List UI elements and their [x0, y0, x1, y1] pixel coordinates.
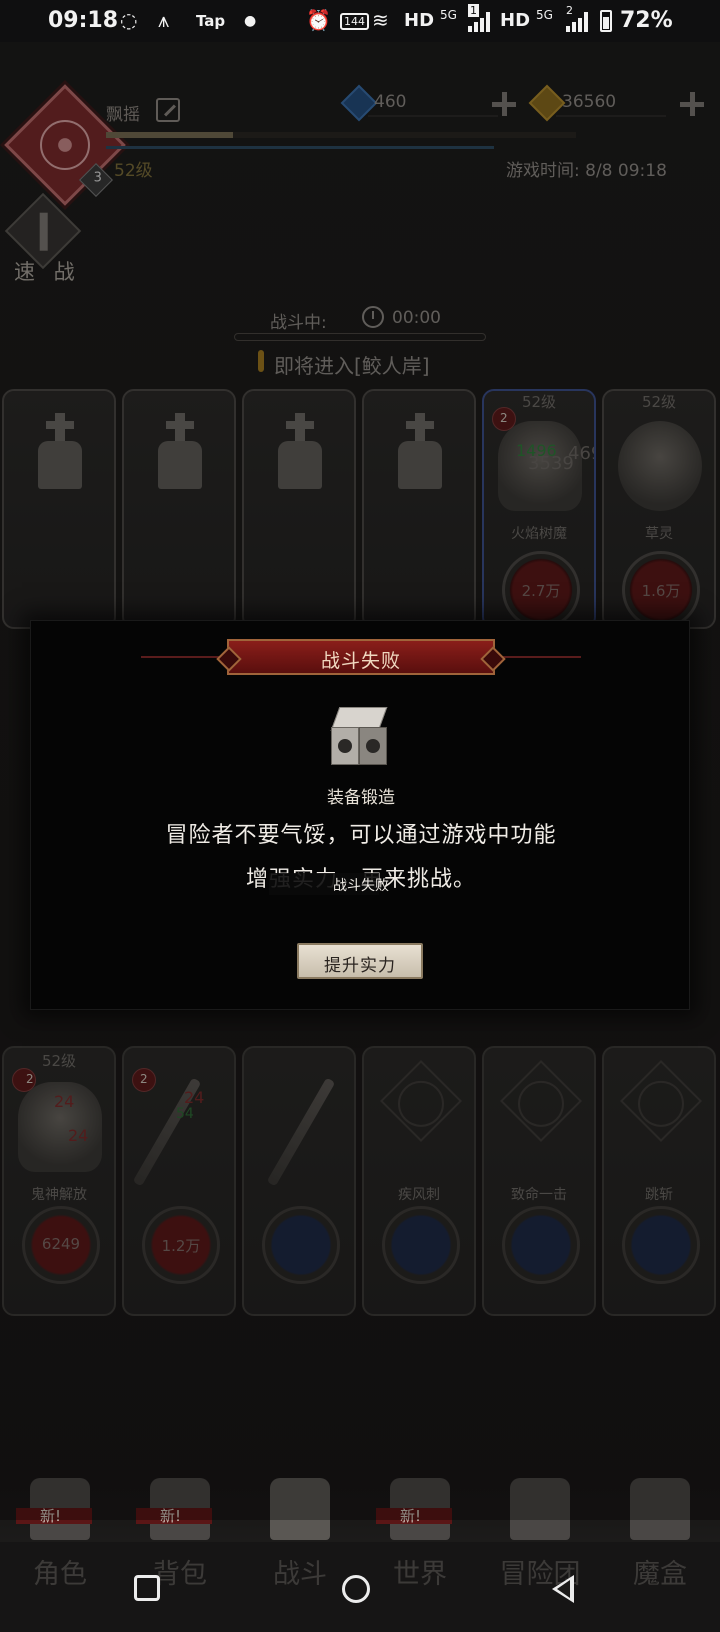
battery-percent: 72%	[620, 8, 673, 33]
equipment-forge-label[interactable]: 装备锻造	[31, 783, 691, 808]
recent-apps-button[interactable]	[134, 1575, 160, 1601]
home-button[interactable]	[342, 1575, 370, 1603]
signal-icon-2	[566, 12, 588, 32]
wifi-icon: ≋	[372, 8, 389, 32]
battle-failed-dialog: 战斗失败 装备锻造 冒险者不要气馁，可以通过游戏中功能 增强实力，再来挑战。 战…	[30, 620, 690, 1010]
nav-label: 魔盒	[633, 1559, 687, 1590]
alarm-icon: ⏰	[306, 8, 331, 32]
status-bar: 09:18 ◌ ⩚ Tap ● ⏰ 144 ≋ HD 5G 1 HD 5G 2 …	[0, 0, 720, 42]
dialog-title: 战斗失败	[320, 650, 401, 672]
back-button[interactable]	[552, 1575, 574, 1603]
chat-icon: ◌	[120, 8, 138, 32]
dialog-message-line-1: 冒险者不要气馁，可以通过游戏中功能	[165, 823, 557, 848]
improve-strength-label: 提升实力	[324, 956, 396, 976]
toast-message: 战斗失败	[333, 878, 389, 894]
hd-label-2: HD	[500, 10, 531, 31]
translate-icon: ⩚	[158, 8, 170, 32]
clock: 09:18	[48, 8, 119, 33]
dot-icon: ●	[244, 13, 257, 29]
nav-label: 冒险团	[499, 1559, 581, 1590]
signal-icon-1	[468, 12, 490, 32]
equipment-forge-cube-icon[interactable]	[329, 707, 389, 767]
network-label-2: 5G	[536, 8, 553, 22]
tap-icon: Tap	[196, 12, 226, 30]
title-divider-left	[141, 656, 227, 658]
title-divider-right	[495, 656, 581, 658]
improve-strength-button[interactable]: 提升实力	[297, 943, 423, 979]
battery-icon	[600, 10, 612, 32]
hd-label-1: HD	[404, 10, 435, 31]
refresh-rate-icon: 144	[340, 13, 369, 30]
nav-label: 角色	[33, 1559, 87, 1590]
dialog-title-banner: 战斗失败	[227, 639, 495, 675]
network-label-1: 5G	[440, 8, 457, 22]
nav-label: 世界	[393, 1559, 447, 1590]
